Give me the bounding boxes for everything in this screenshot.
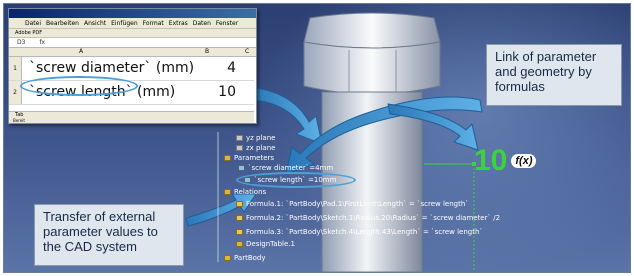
tree-item-label: PartBody xyxy=(234,254,266,262)
cell-screw-length-value[interactable]: 10 xyxy=(218,84,236,100)
column-headers: A B C xyxy=(9,48,256,57)
excel-status-bar: Bereit xyxy=(9,118,254,123)
formula-bar: D3 fx xyxy=(9,38,256,48)
tree-item-relations[interactable]: Relations xyxy=(224,188,266,196)
tree-item-parameters[interactable]: Parameters xyxy=(224,154,274,162)
function-icon[interactable]: fx xyxy=(39,39,45,46)
row-number[interactable]: 1 xyxy=(9,57,22,80)
callout-formula-link: Link of parameter and geometry by formul… xyxy=(486,44,622,106)
tree-item-label: DesignTable.1 xyxy=(246,240,295,248)
dimension-anchor-point xyxy=(472,162,476,166)
formula-icon xyxy=(236,201,243,207)
tree-item-design-table[interactable]: DesignTable.1 xyxy=(236,240,295,248)
tree-item-label: Formula.3: `PartBody\Sketch.4\Length.43\… xyxy=(246,228,483,236)
plane-icon xyxy=(236,135,243,141)
cell-screw-diameter-value[interactable]: 4 xyxy=(227,60,236,76)
bolt-head xyxy=(303,12,441,49)
column-header-c[interactable]: C xyxy=(245,48,249,55)
menu-item-fenster[interactable]: Fenster xyxy=(216,20,238,27)
sheet-tabs: Tab xyxy=(9,111,254,118)
tree-item-partbody[interactable]: PartBody xyxy=(224,254,266,262)
tree-item-zx-plane[interactable]: zx plane xyxy=(236,144,275,152)
formula-icon xyxy=(236,229,243,235)
cell-screw-diameter-label[interactable]: `screw diameter` (mm) xyxy=(29,60,194,76)
relations-icon xyxy=(224,189,231,195)
excel-title-bar xyxy=(9,9,256,18)
tree-item-label: Parameters xyxy=(234,154,275,162)
excel-toolbar: Adobe PDF xyxy=(9,29,256,38)
screenshot-frame: Datei Bearbeiten Ansicht Einfügen Format… xyxy=(3,3,631,273)
menu-item-einfuegen[interactable]: Einfügen xyxy=(111,20,137,27)
menu-item-datei[interactable]: Datei xyxy=(25,20,41,27)
name-box[interactable]: D3 xyxy=(17,39,25,46)
tree-item-label: `screw diameter`=4mm xyxy=(248,164,334,172)
function-icon: f(x) xyxy=(511,154,537,168)
parameter-icon xyxy=(238,165,245,171)
column-header-a[interactable]: A xyxy=(79,48,83,55)
column-header-b[interactable]: B xyxy=(205,48,209,55)
table-icon xyxy=(236,241,243,247)
parameters-icon xyxy=(224,155,231,161)
excel-menu-bar: Datei Bearbeiten Ansicht Einfügen Format… xyxy=(9,18,256,29)
callout-transfer: Transfer of external parameter values to… xyxy=(34,204,184,266)
tree-item-formula-1[interactable]: Formula.1: `PartBody\Pad.1\FirstLimit\Le… xyxy=(236,200,469,208)
tree-item-screw-diameter[interactable]: `screw diameter`=4mm xyxy=(238,164,333,172)
tree-item-label: Formula.2: `PartBody\Sketch.1\Radius.20\… xyxy=(246,214,501,222)
menu-item-ansicht[interactable]: Ansicht xyxy=(84,20,106,27)
tree-item-label: Formula.1: `PartBody\Pad.1\FirstLimit\Le… xyxy=(246,200,469,208)
tree-item-formula-3[interactable]: Formula.3: `PartBody\Sketch.4\Length.43\… xyxy=(236,228,483,236)
status-text: Bereit xyxy=(13,118,25,123)
formula-value: 10 xyxy=(474,144,508,177)
excel-window: Datei Bearbeiten Ansicht Einfügen Format… xyxy=(8,8,257,124)
tree-item-label: Relations xyxy=(234,188,267,196)
bolt-head-side xyxy=(303,41,441,95)
tree-item-yz-plane[interactable]: yz plane xyxy=(236,134,275,142)
tree-item-formula-2[interactable]: Formula.2: `PartBody\Sketch.1\Radius.20\… xyxy=(236,214,500,222)
menu-item-format[interactable]: Format xyxy=(143,20,164,27)
menu-item-bearbeiten[interactable]: Bearbeiten xyxy=(46,20,79,27)
tree-item-label: zx plane xyxy=(246,144,276,152)
body-icon xyxy=(224,255,231,261)
adobe-pdf-menu[interactable]: Adobe PDF xyxy=(15,30,42,36)
formula-icon xyxy=(236,215,243,221)
formula-value-indicator[interactable]: 10 f(x) xyxy=(474,144,537,178)
menu-item-daten[interactable]: Daten xyxy=(193,20,211,27)
screw-length-parameter-highlight xyxy=(236,172,356,188)
screw-length-highlight xyxy=(20,76,138,96)
tree-item-label: yz plane xyxy=(246,134,276,142)
menu-item-extras[interactable]: Extras xyxy=(169,20,188,27)
plane-icon xyxy=(236,145,243,151)
